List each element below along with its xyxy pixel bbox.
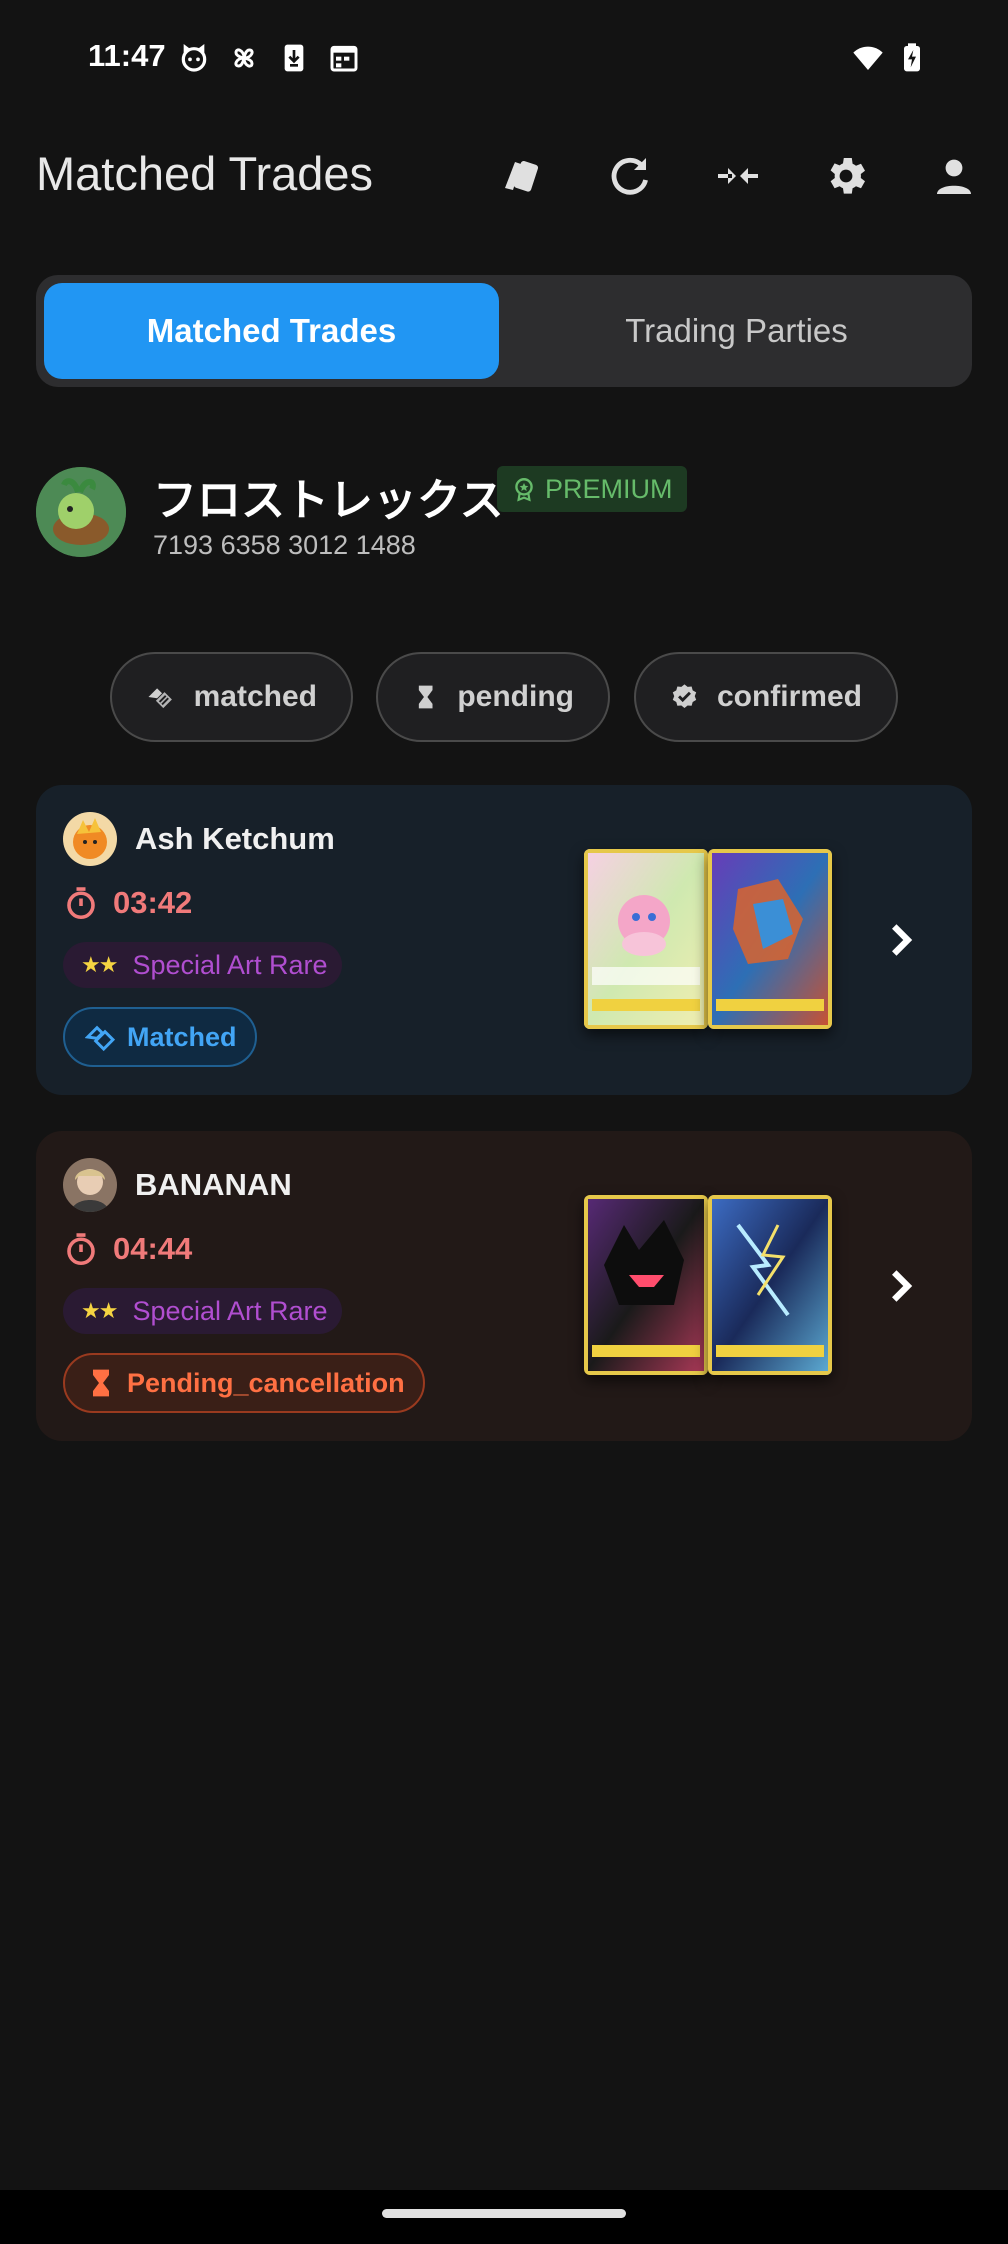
avatar	[36, 467, 126, 557]
tab-matched-trades[interactable]: Matched Trades	[44, 283, 499, 379]
pinwheel-icon	[228, 42, 260, 74]
avatar	[63, 1158, 117, 1212]
status-bar: 11:47	[0, 0, 1008, 116]
rarity-chip: ★★ Special Art Rare	[63, 942, 342, 988]
rarity-chip: ★★ Special Art Rare	[63, 1288, 342, 1334]
trade-card-image-2	[708, 849, 832, 1029]
handshake-icon	[148, 688, 172, 709]
calendar-icon	[328, 42, 360, 74]
refresh-icon[interactable]	[602, 148, 658, 204]
page-title: Matched Trades	[36, 147, 374, 200]
timer-value: 04:44	[113, 1231, 193, 1266]
star-icon: ★★	[81, 952, 118, 977]
trade-timer: 03:42	[63, 885, 192, 921]
premium-label: PREMIUM	[545, 473, 673, 504]
filter-label: confirmed	[716, 680, 862, 713]
chevron-right-icon[interactable]	[874, 913, 928, 967]
filter-label: pending	[457, 680, 574, 713]
status-badge: Matched	[63, 1007, 257, 1067]
wifi-icon	[852, 42, 884, 74]
award-icon	[515, 478, 533, 502]
trade-user-name: Ash Ketchum	[135, 821, 335, 856]
rarity-label: Special Art Rare	[132, 1295, 328, 1326]
star-icon: ★★	[81, 1298, 118, 1323]
swap-icon[interactable]	[710, 148, 766, 204]
trade-card[interactable]: Ash Ketchum 03:42 ★★ Special Art Rare Ma…	[36, 785, 972, 1095]
home-gesture-handle[interactable]	[382, 2209, 626, 2218]
rarity-label: Special Art Rare	[132, 949, 328, 980]
avatar	[63, 812, 117, 866]
view-switcher: Matched Trades Trading Parties	[36, 275, 972, 387]
filter-label: matched	[193, 680, 317, 713]
chevron-right-icon[interactable]	[874, 1259, 928, 1313]
trade-card-image-1	[584, 1195, 708, 1375]
premium-badge: PREMIUM	[497, 466, 687, 512]
account-icon[interactable]	[926, 148, 982, 204]
status-badge: Pending_cancellation	[63, 1353, 425, 1413]
status-label: Pending_cancellation	[127, 1367, 405, 1398]
hourglass-icon	[93, 1369, 109, 1397]
download-box-icon	[278, 42, 310, 74]
trade-card-image-2	[708, 1195, 832, 1375]
verified-check-icon	[672, 684, 697, 708]
status-label: Matched	[127, 1021, 237, 1052]
trade-user-name: BANANAN	[135, 1167, 292, 1202]
cat-face-icon	[178, 42, 210, 74]
timer-icon	[67, 1233, 95, 1266]
cards-icon[interactable]	[493, 148, 549, 204]
trade-card-image-1	[584, 849, 708, 1029]
tab-trading-parties[interactable]: Trading Parties	[509, 283, 964, 379]
handshake-icon	[85, 1025, 116, 1052]
timer-icon	[67, 887, 95, 920]
settings-icon[interactable]	[818, 148, 874, 204]
hourglass-icon	[418, 685, 433, 709]
profile-name: フロストレックス	[153, 476, 504, 525]
status-time: 11:47	[88, 38, 166, 73]
friend-id: 7193 6358 3012 1488	[153, 530, 416, 560]
battery-charging-icon	[896, 42, 928, 74]
filter-chip-confirmed[interactable]: confirmed	[634, 652, 898, 742]
trade-timer: 04:44	[63, 1231, 192, 1267]
timer-value: 03:42	[113, 885, 193, 920]
trade-card[interactable]: BANANAN 04:44 ★★ Special Art Rare Pendin…	[36, 1131, 972, 1441]
filter-chip-pending[interactable]: pending	[376, 652, 610, 742]
filter-chip-matched[interactable]: matched	[110, 652, 353, 742]
